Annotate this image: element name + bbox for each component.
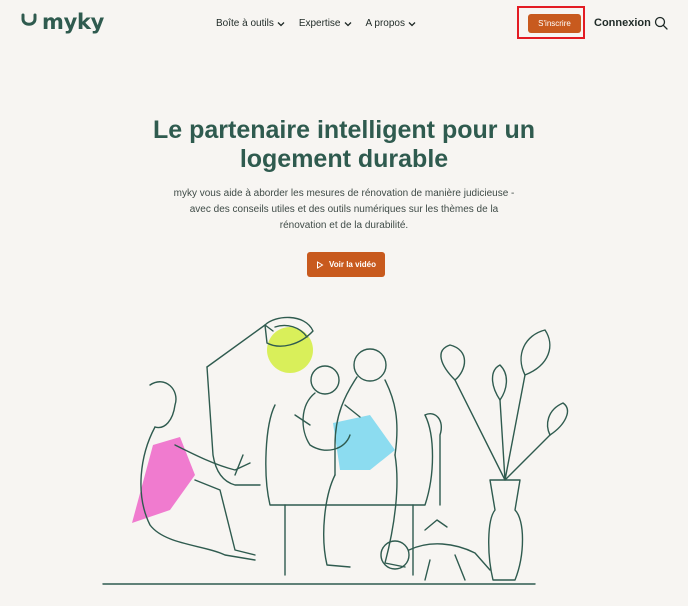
login-link[interactable]: Connexion (594, 17, 651, 29)
main-nav: Boîte à outils Expertise A propos (216, 18, 430, 29)
hero-title: Le partenaire intelligent pour un logeme… (153, 116, 535, 173)
nav-item-a-propos[interactable]: A propos (366, 18, 416, 29)
nav-item-boite-a-outils[interactable]: Boîte à outils (216, 18, 285, 29)
nav-item-expertise[interactable]: Expertise (299, 18, 352, 29)
search-icon[interactable] (654, 16, 668, 30)
signup-button[interactable]: S'inscrire (528, 14, 581, 33)
watch-video-label: Voir la vidéo (329, 260, 376, 269)
chevron-down-icon (344, 21, 351, 26)
nav-item-label: Boîte à outils (216, 18, 274, 29)
myky-logo[interactable]: myky (20, 10, 104, 34)
logo-mark-icon (21, 13, 37, 26)
nav-item-label: Expertise (298, 18, 341, 29)
top-navigation: myky Boîte à outils Expertise A propos S… (0, 0, 688, 48)
nav-item-label: A propos (365, 18, 405, 29)
hero-subtitle: myky vous aide à aborder les mesures de … (173, 188, 515, 231)
play-icon (317, 260, 324, 269)
family-illustration (102, 316, 568, 585)
logo-text: myky (42, 10, 105, 34)
chevron-down-icon (408, 21, 416, 26)
chevron-down-icon (277, 21, 285, 26)
watch-video-button[interactable]: Voir la vidéo (307, 252, 385, 277)
